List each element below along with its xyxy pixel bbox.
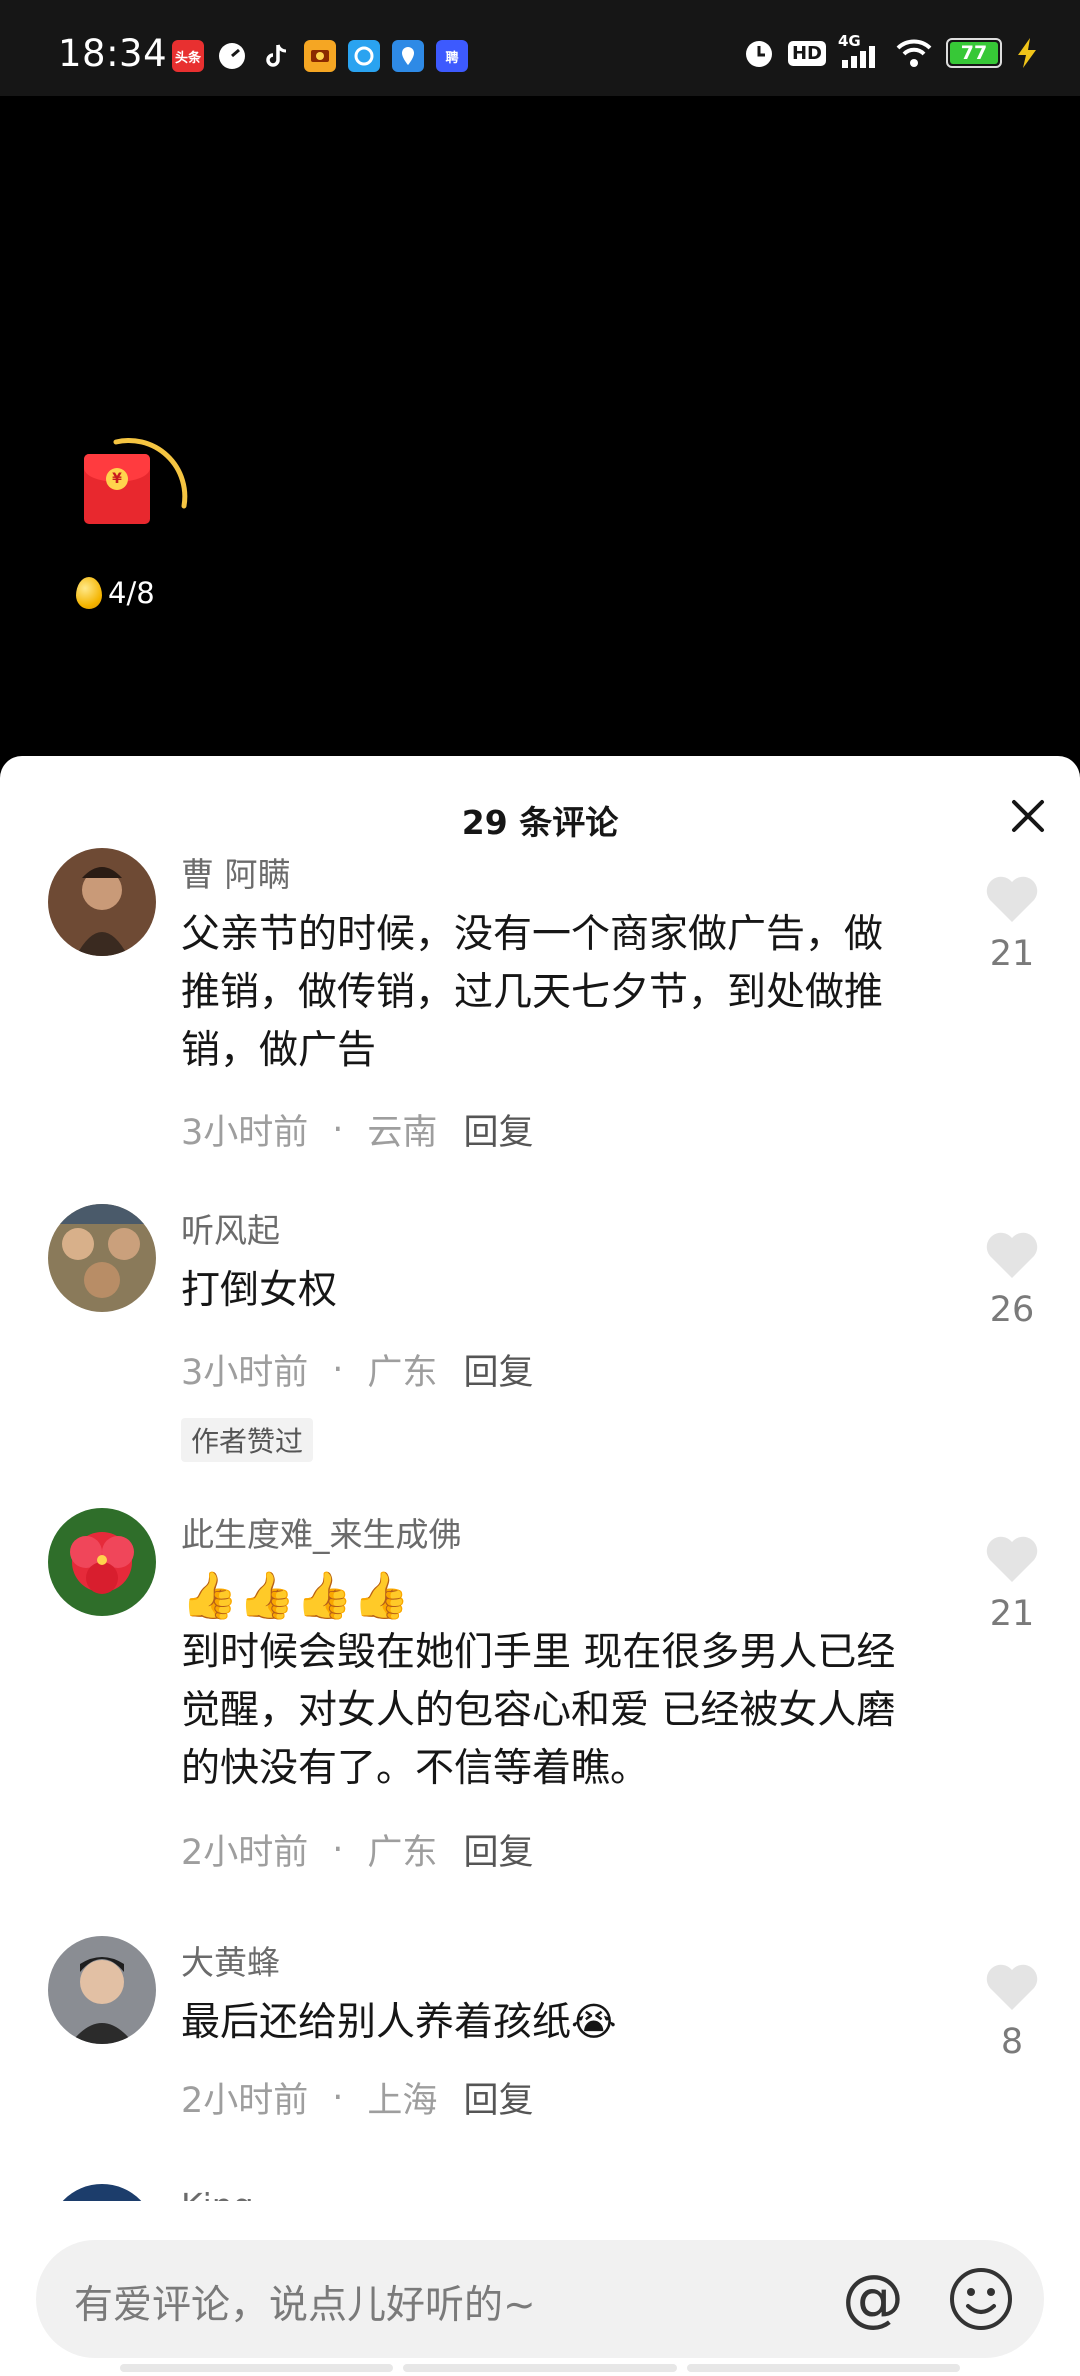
comment-text: 到时候会毁在她们手里 现在很多男人已经觉醒，对女人的包容心和爱 已经被女人磨的快… [181, 1630, 896, 1791]
comment-time: 3小时前 [181, 1353, 309, 1393]
avatar[interactable] [48, 848, 156, 956]
comment-input[interactable]: 有爱评论，说点儿好听的~ @ [36, 2240, 1044, 2358]
comment-username[interactable]: 曹 阿瞒 [181, 848, 291, 896]
status-time: 18:34 [58, 32, 168, 75]
comment-input-placeholder: 有爱评论，说点儿好听的~ [74, 2283, 536, 2328]
status-bar: 18:34 头条 聘 HD 4G 77 [0, 0, 1080, 96]
system-icons: HD 4G 77 [742, 32, 1040, 70]
comment-username[interactable]: 听风起 [181, 1204, 280, 1252]
map-app-icon [392, 40, 424, 72]
thumbs-up-emoji: 👍👍👍👍 [181, 1568, 411, 1622]
comment-time: 2小时前 [181, 1833, 309, 1873]
emoji-button[interactable] [948, 2266, 1014, 2336]
comment-text: 打倒女权 [181, 1268, 338, 1313]
hd-icon: HD [787, 40, 826, 66]
like-count: 8 [1000, 2022, 1024, 2062]
comment-meta: 2小时前 · 广东 回复 [181, 1824, 533, 1875]
reply-button[interactable]: 回复 [463, 2072, 533, 2123]
comment-location: 云南 [367, 1113, 438, 1153]
tiktok-app-icon [260, 40, 292, 72]
comment-item: 此生度难_来生成佛 👍👍👍👍 到时候会毁在她们手里 现在很多男人已经觉醒，对女人… [0, 1508, 1080, 1873]
close-button[interactable] [1006, 794, 1050, 838]
notification-icons: 头条 聘 [172, 40, 468, 72]
comment-username[interactable]: 此生度难_来生成佛 [181, 1508, 462, 1556]
comment-text: 父亲节的时候，没有一个商家做广告，做推销，做传销，过几天七夕节，到处做推销，做广… [181, 912, 884, 1073]
smiley-icon [950, 2268, 1012, 2330]
like-button[interactable]: 26 [972, 1230, 1052, 1330]
heart-icon [986, 876, 1038, 922]
avatar[interactable] [48, 1936, 156, 2044]
reply-button[interactable]: 回复 [463, 1104, 533, 1155]
like-button[interactable]: 8 [972, 1962, 1052, 2062]
like-count: 21 [989, 934, 1035, 974]
like-button[interactable]: 21 [972, 874, 1052, 974]
heart-icon [986, 1964, 1038, 2010]
heart-icon [986, 1536, 1038, 1582]
orange-app-icon [304, 40, 336, 72]
gold-egg-icon [76, 577, 102, 609]
comment-text: 最后还给别人养着孩纸😭 [181, 2000, 617, 2045]
comments-sheet: 29 条评论 曹 阿瞒 父亲节的时候，没有一个商家做广告，做推销，做传销，过几天… [0, 756, 1080, 2376]
wifi-icon [896, 39, 932, 67]
avatar[interactable] [48, 1508, 156, 1616]
recruit-app-icon: 聘 [436, 40, 468, 72]
comment-text-block: 👍👍👍👍 到时候会毁在她们手里 现在很多男人已经觉醒，对女人的包容心和爱 已经被… [181, 1566, 921, 1798]
comment-item: 大黄蜂 最后还给别人养着孩纸😭 2小时前 · 上海 回复 8 [0, 1936, 1080, 2136]
comments-title: 29 条评论 [461, 803, 619, 842]
speedometer-app-icon [216, 40, 248, 72]
comment-location: 广东 [367, 1833, 438, 1873]
charging-icon [1018, 38, 1036, 68]
comment-item: 曹 阿瞒 父亲节的时候，没有一个商家做广告，做推销，做传销，过几天七夕节，到处做… [0, 848, 1080, 1153]
comment-username[interactable]: 大黄蜂 [181, 1936, 280, 1984]
browser-app-icon [348, 40, 380, 72]
comment-item: 听风起 打倒女权 3小时前 · 广东 回复 作者赞过 26 [0, 1204, 1080, 1462]
like-count: 21 [989, 1594, 1035, 1634]
reply-button[interactable]: 回复 [463, 1344, 533, 1395]
video-player[interactable]: ¥ 4/8 [0, 96, 1080, 756]
input-area: 有爱评论，说点儿好听的~ @ [0, 2201, 1080, 2376]
reply-button[interactable]: 回复 [463, 1824, 533, 1875]
alarm-icon [745, 41, 772, 67]
signal-icon: 4G [838, 32, 882, 70]
comment-meta: 3小时前 · 广东 回复 [181, 1344, 533, 1395]
avatar[interactable] [48, 1204, 156, 1312]
author-liked-badge: 作者赞过 [181, 1418, 314, 1462]
toutiao-app-icon: 头条 [172, 40, 204, 72]
heart-icon [986, 1232, 1038, 1278]
comment-meta: 2小时前 · 上海 回复 [181, 2072, 533, 2123]
comment-time: 2小时前 [181, 2081, 309, 2121]
close-icon [1012, 800, 1044, 832]
coin-progress-text: 4/8 [108, 576, 155, 610]
battery-icon: 77 [946, 38, 1002, 68]
bottom-handle [120, 2364, 960, 2372]
like-count: 26 [989, 1290, 1035, 1330]
comment-location: 广东 [367, 1353, 438, 1393]
at-mention-icon[interactable]: @ [842, 2264, 904, 2332]
comment-meta: 3小时前 · 云南 回复 [181, 1104, 533, 1155]
like-button[interactable]: 21 [972, 1534, 1052, 1634]
comment-time: 3小时前 [181, 1113, 309, 1153]
red-packet-icon[interactable]: ¥ [84, 454, 150, 524]
comment-location: 上海 [367, 2081, 438, 2121]
coin-counter: 4/8 [76, 576, 155, 610]
